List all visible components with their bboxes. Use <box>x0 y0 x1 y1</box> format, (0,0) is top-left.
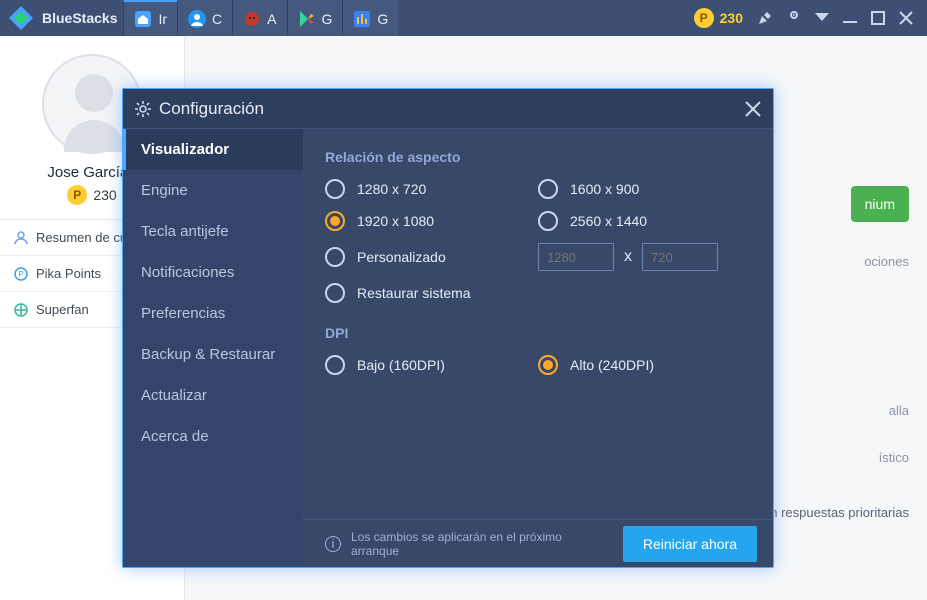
radio-1600x900[interactable]: 1600 x 900 <box>538 179 751 199</box>
footer-note: Los cambios se aplicarán en el próximo a… <box>351 530 613 558</box>
tab-label: G <box>377 11 388 27</box>
settings-tab-backup[interactable]: Backup & Restaurar <box>123 334 303 375</box>
tab-label: A <box>267 11 276 27</box>
user-circle-icon <box>188 10 206 28</box>
tab-strip: Ir C A G G <box>123 0 398 36</box>
aspect-options: 1280 x 720 1600 x 900 1920 x 1080 2560 x <box>325 179 751 303</box>
settings-tab-display[interactable]: Visualizador <box>123 129 303 170</box>
sidebar-item-label: Pika Points <box>36 266 101 281</box>
x-separator: x <box>624 248 632 266</box>
home-icon <box>134 10 152 28</box>
tab-label: Ir <box>158 11 167 27</box>
radio-restore-system[interactable]: Restaurar sistema <box>325 283 751 303</box>
play-store-icon <box>298 10 316 28</box>
settings-dialog: Configuración Visualizador Engine Tecla … <box>122 88 774 568</box>
dialog-header: Configuración <box>123 89 773 129</box>
app-name: BlueStacks <box>42 10 117 26</box>
tab-4[interactable]: G <box>342 0 398 36</box>
points-icon: P <box>14 267 28 281</box>
paint-icon[interactable] <box>757 10 773 26</box>
radio-1920x1080[interactable]: 1920 x 1080 <box>325 211 538 231</box>
location-icon[interactable] <box>787 10 801 26</box>
settings-tab-about[interactable]: Acerca de <box>123 416 303 457</box>
minimize-icon[interactable] <box>843 11 857 25</box>
settings-tab-update[interactable]: Actualizar <box>123 375 303 416</box>
window-controls <box>757 10 927 26</box>
dialog-close-icon[interactable] <box>745 101 761 117</box>
tab-label: G <box>322 11 333 27</box>
dpi-heading: DPI <box>325 325 751 341</box>
settings-tab-bosskey[interactable]: Tecla antijefe <box>123 211 303 252</box>
coin-amount: 230 <box>720 10 743 26</box>
dialog-footer: i Los cambios se aplicarán en el próximo… <box>303 519 773 567</box>
radio-1280x720[interactable]: 1280 x 720 <box>325 179 538 199</box>
settings-sidebar: Visualizador Engine Tecla antijefe Notif… <box>123 129 303 567</box>
custom-resolution-fields: x <box>538 243 751 271</box>
coin-icon: P <box>67 185 87 205</box>
settings-tab-notifications[interactable]: Notificaciones <box>123 252 303 293</box>
sidebar-item-label: Superfan <box>36 302 89 317</box>
bluestacks-logo-icon <box>8 5 34 31</box>
equalizer-icon <box>353 10 371 28</box>
gear-icon <box>135 101 151 117</box>
maximize-icon[interactable] <box>871 11 885 25</box>
settings-tab-engine[interactable]: Engine <box>123 170 303 211</box>
fan-icon <box>14 303 28 317</box>
coin-balance[interactable]: P 230 <box>694 8 743 28</box>
restart-button[interactable]: Reiniciar ahora <box>623 526 757 562</box>
tab-label: C <box>212 11 222 27</box>
info-icon: i <box>325 536 341 552</box>
radio-dpi-high[interactable]: Alto (240DPI) <box>538 355 751 375</box>
radio-2560x1440[interactable]: 2560 x 1440 <box>538 211 751 231</box>
settings-content: Relación de aspecto 1280 x 720 1600 x 90… <box>303 129 773 567</box>
tab-1[interactable]: C <box>177 0 232 36</box>
radio-dpi-low[interactable]: Bajo (160DPI) <box>325 355 538 375</box>
dialog-title: Configuración <box>159 99 745 119</box>
tab-2[interactable]: A <box>232 0 286 36</box>
chevron-down-icon[interactable] <box>815 13 829 23</box>
frag-text: alla <box>889 403 909 418</box>
settings-tab-preferences[interactable]: Preferencias <box>123 293 303 334</box>
title-bar: BlueStacks Ir C A G G P 230 <box>0 0 927 36</box>
premium-button[interactable]: nium <box>851 186 909 222</box>
bug-icon <box>243 10 261 28</box>
frag-text: ociones <box>864 254 909 269</box>
close-icon[interactable] <box>899 11 913 25</box>
aspect-ratio-heading: Relación de aspecto <box>325 149 751 165</box>
radio-custom[interactable]: Personalizado <box>325 243 538 271</box>
custom-height-input[interactable] <box>642 243 718 271</box>
tab-home[interactable]: Ir <box>123 0 177 36</box>
frag-text: ístico <box>879 450 909 465</box>
coin-icon: P <box>694 8 714 28</box>
user-icon <box>14 231 28 245</box>
tab-3[interactable]: G <box>287 0 343 36</box>
custom-width-input[interactable] <box>538 243 614 271</box>
svg-text:P: P <box>18 270 23 279</box>
